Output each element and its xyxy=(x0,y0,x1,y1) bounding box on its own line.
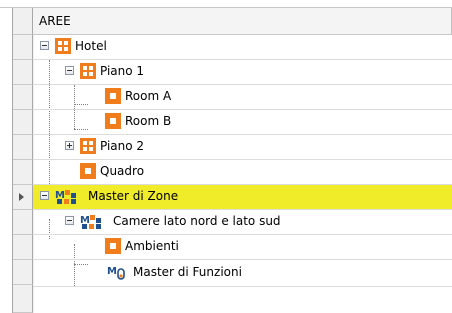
tree-row-piano-2[interactable]: Piano 2 xyxy=(33,135,452,160)
row-header-8[interactable] xyxy=(13,210,33,235)
tree-row-label: Ambienti xyxy=(125,239,179,253)
tree-row-label: Piano 1 xyxy=(100,64,145,78)
areas-tree-view: AREE Hotel Piano 1 Room A Room B Piano 2… xyxy=(0,0,452,313)
tree-row-master-di-zone[interactable]: M Master di Zone xyxy=(33,185,452,210)
tree-row-label: Quadro xyxy=(100,164,145,178)
row-header-2[interactable] xyxy=(13,60,33,85)
row-header-4[interactable] xyxy=(13,110,33,135)
tree-row-label: Hotel xyxy=(75,39,107,53)
tree-row-hotel[interactable]: Hotel xyxy=(33,35,452,60)
tree-row-piano-1[interactable]: Piano 1 xyxy=(33,60,452,85)
row-header-6[interactable] xyxy=(13,160,33,185)
row-header-10[interactable] xyxy=(13,260,33,285)
tree-row-ambienti[interactable]: Ambienti xyxy=(33,235,452,260)
tree-row-master-di-funzioni[interactable]: M Master di Funzioni xyxy=(33,260,452,287)
tree-row-label: Master di Funzioni xyxy=(133,265,242,279)
row-header-9[interactable] xyxy=(13,235,33,260)
tree-row-label: Piano 2 xyxy=(100,139,145,153)
row-header-column xyxy=(12,8,34,313)
building-grid-icon xyxy=(55,38,71,54)
zone-master-icon: M xyxy=(55,190,76,204)
tree-row-label: Room A xyxy=(125,89,172,103)
row-header-7-current[interactable] xyxy=(13,185,33,210)
column-header-label: AREE xyxy=(39,14,71,28)
room-icon xyxy=(105,88,121,104)
room-icon xyxy=(105,238,121,254)
function-master-icon: M xyxy=(107,266,125,280)
svg-text:M: M xyxy=(107,266,117,277)
tree-row-label: Room B xyxy=(125,114,172,128)
row-header-corner xyxy=(13,8,33,35)
tree-row-quadro[interactable]: Quadro xyxy=(33,160,452,185)
collapse-toggle[interactable] xyxy=(40,41,49,50)
top-frame xyxy=(0,0,452,8)
row-header-5[interactable] xyxy=(13,135,33,160)
floor-grid-icon xyxy=(80,138,96,154)
collapse-toggle[interactable] xyxy=(65,66,74,75)
room-icon xyxy=(105,113,121,129)
tree-row-label: Camere lato nord e lato sud xyxy=(113,214,281,228)
row-header-1[interactable] xyxy=(13,35,33,60)
current-row-arrow-icon xyxy=(19,193,24,201)
tree-row-room-b[interactable]: Room B xyxy=(33,110,452,135)
tree-row-label: Master di Zone xyxy=(88,189,179,203)
expand-toggle[interactable] xyxy=(65,141,74,150)
column-header-aree[interactable]: AREE xyxy=(33,8,452,35)
floor-grid-icon xyxy=(80,63,96,79)
row-header-11[interactable] xyxy=(13,285,33,313)
tree-row-room-a[interactable]: Room A xyxy=(33,85,452,110)
room-icon xyxy=(80,163,96,179)
tree-row-camere-lato-nord-e-lato-sud[interactable]: M Camere lato nord e lato sud xyxy=(33,210,452,235)
zone-master-icon: M xyxy=(80,215,101,229)
collapse-toggle[interactable] xyxy=(40,191,49,200)
row-header-3[interactable] xyxy=(13,85,33,110)
empty-row xyxy=(33,287,452,313)
collapse-toggle[interactable] xyxy=(65,216,74,225)
